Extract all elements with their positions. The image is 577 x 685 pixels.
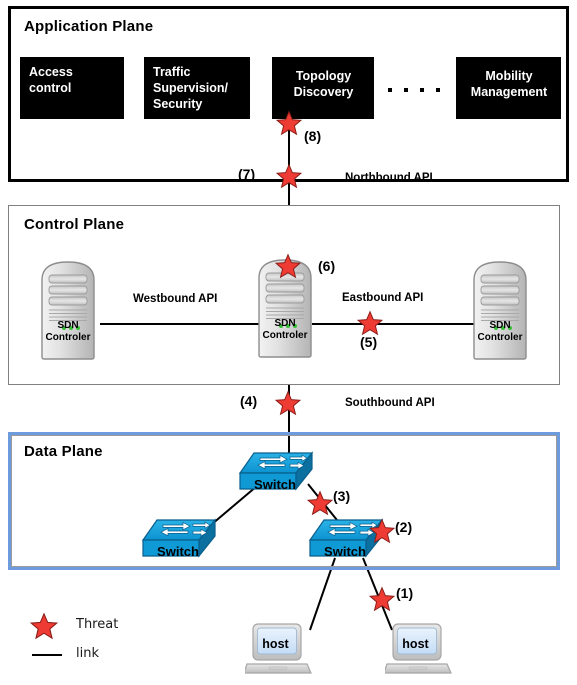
legend: Threat link: [14, 612, 174, 674]
threat-label-2: (2): [395, 519, 413, 535]
app-box-access-control[interactable]: Access control: [20, 57, 124, 119]
ellipsis-dot: [436, 88, 440, 92]
threat-star-7[interactable]: [276, 163, 302, 189]
host-left[interactable]: host: [245, 621, 313, 679]
legend-link-label: link: [76, 646, 99, 661]
data-plane-title: Data Plane: [24, 443, 103, 460]
threat-label-4: (4): [240, 393, 258, 409]
control-plane-title: Control Plane: [24, 216, 125, 233]
threat-star-3[interactable]: [307, 490, 333, 516]
legend-link-line-icon: [32, 654, 62, 656]
app-ellipsis-dots: [388, 88, 440, 92]
threat-star-8[interactable]: [276, 110, 302, 136]
threat-star-5[interactable]: [357, 310, 383, 336]
legend-threat-label: Threat: [76, 617, 119, 632]
threat-star-2[interactable]: [369, 518, 395, 544]
legend-row-threat: Threat: [14, 612, 174, 640]
westbound-api-label: Westbound API: [133, 293, 218, 305]
switch-left[interactable]: Switch: [141, 518, 223, 566]
threat-star-6[interactable]: [275, 253, 301, 279]
sdn-controller-west[interactable]: SDN Controler: [36, 258, 100, 362]
threat-star-1[interactable]: [369, 586, 395, 612]
legend-row-link: link: [14, 642, 174, 668]
legend-threat-star-icon: [30, 612, 58, 640]
app-box-traffic-supervision[interactable]: Traffic Supervision/ Security: [144, 57, 250, 119]
southbound-api-label: Southbound API: [345, 397, 435, 409]
threat-label-3: (3): [333, 488, 351, 504]
eastbound-api-label: Eastbound API: [342, 292, 424, 304]
threat-label-5: (5): [360, 334, 378, 350]
sdn-threat-diagram: Application Plane Access control Traffic…: [0, 0, 577, 685]
threat-label-7: (7): [238, 166, 256, 182]
northbound-api-label: Northbound API: [345, 172, 433, 184]
app-box-mobility-management[interactable]: Mobility Management: [456, 57, 561, 119]
threat-label-8: (8): [304, 128, 322, 144]
ellipsis-dot: [404, 88, 408, 92]
threat-label-6: (6): [318, 258, 336, 274]
threat-star-4[interactable]: [275, 390, 301, 416]
host-right[interactable]: host: [385, 621, 453, 679]
application-plane-title: Application Plane: [24, 18, 154, 35]
sdn-controller-east[interactable]: SDN Controler: [468, 258, 532, 362]
ellipsis-dot: [388, 88, 392, 92]
threat-label-1: (1): [396, 585, 414, 601]
ellipsis-dot: [420, 88, 424, 92]
